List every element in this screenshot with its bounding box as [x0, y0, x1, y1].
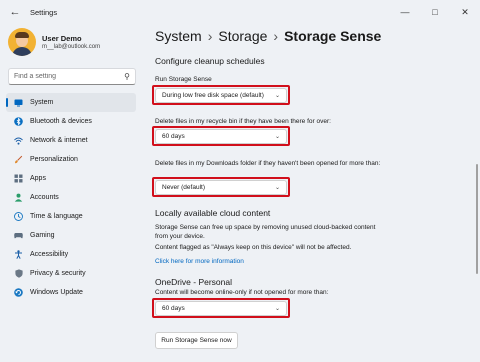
network-icon — [14, 136, 23, 145]
update-icon — [14, 288, 23, 297]
onedrive-heading: OneDrive - Personal — [155, 277, 233, 287]
dropdown-value: 60 days — [162, 132, 185, 140]
recycle-bin-dropdown[interactable]: 60 days ⌄ — [155, 128, 287, 144]
window-title: Settings — [30, 7, 58, 17]
shield-icon — [14, 269, 23, 278]
chevron-right-icon: › — [207, 28, 213, 44]
run-storage-sense-label: Run Storage Sense — [155, 76, 212, 83]
sidebar-item-accounts[interactable]: Accounts — [6, 188, 136, 207]
cloud-description: Storage Sense can free up space by remov… — [155, 224, 376, 240]
sidebar-item-privacy-security[interactable]: Privacy & security — [6, 264, 136, 283]
back-arrow-icon[interactable]: ← — [4, 1, 26, 23]
sidebar-item-label: Time & language — [30, 213, 83, 220]
onedrive-label: Content will become online-only if not o… — [155, 289, 329, 296]
chevron-down-icon: ⌄ — [274, 184, 280, 191]
search-input[interactable] — [14, 73, 114, 80]
person-icon — [14, 193, 23, 202]
recycle-bin-label: Delete files in my recycle bin if they h… — [155, 118, 331, 125]
sidebar-item-label: Bluetooth & devices — [30, 118, 92, 125]
display-icon — [14, 98, 23, 107]
run-storage-sense-dropdown[interactable]: During low free disk space (default) ⌄ — [155, 87, 287, 103]
sidebar-item-gaming[interactable]: Gaming — [6, 226, 136, 245]
sidebar: User Demo m__lab@outlook.com ⚲ System Bl… — [0, 24, 142, 362]
sidebar-nav: System Bluetooth & devices Network & int… — [6, 93, 136, 302]
cloud-heading: Locally available cloud content — [155, 208, 271, 218]
search-icon[interactable]: ⚲ — [124, 72, 130, 81]
onedrive-dropdown[interactable]: 60 days ⌄ — [155, 300, 287, 316]
scrollbar[interactable] — [476, 164, 478, 274]
sidebar-item-label: System — [30, 99, 54, 106]
globe-clock-icon — [14, 212, 23, 221]
window-controls: — □ ✕ — [390, 0, 480, 24]
user-name: User Demo — [42, 34, 82, 43]
main-content: System › Storage › Storage Sense Configure c… — [142, 24, 480, 362]
breadcrumb-system[interactable]: System — [155, 28, 202, 44]
sidebar-item-label: Network & internet — [30, 137, 88, 144]
minimize-icon[interactable]: — — [390, 0, 420, 24]
sidebar-item-label: Privacy & security — [30, 270, 86, 277]
search-box[interactable]: ⚲ — [8, 68, 136, 85]
sidebar-item-label: Gaming — [30, 232, 55, 239]
sidebar-item-system[interactable]: System — [6, 93, 136, 112]
dropdown-value: 60 days — [162, 304, 185, 312]
dropdown-value: During low free disk space (default) — [162, 91, 264, 99]
brush-icon — [14, 155, 23, 164]
chevron-right-icon: › — [273, 28, 279, 44]
apps-icon — [14, 174, 23, 183]
sidebar-item-accessibility[interactable]: Accessibility — [6, 245, 136, 264]
accessibility-icon — [14, 250, 23, 259]
sidebar-item-time-language[interactable]: Time & language — [6, 207, 136, 226]
sidebar-item-label: Personalization — [30, 156, 78, 163]
cloud-note: Content flagged as "Always keep on this … — [155, 244, 352, 251]
sidebar-item-label: Apps — [30, 175, 46, 182]
downloads-dropdown[interactable]: Never (default) ⌄ — [155, 179, 287, 195]
maximize-icon[interactable]: □ — [420, 0, 450, 24]
downloads-label: Delete files in my Downloads folder if t… — [155, 160, 381, 167]
user-profile[interactable]: User Demo m__lab@outlook.com — [8, 28, 100, 56]
bluetooth-icon — [14, 117, 23, 126]
controller-icon — [14, 231, 23, 240]
sidebar-item-network[interactable]: Network & internet — [6, 131, 136, 150]
chevron-down-icon: ⌄ — [274, 133, 280, 140]
chevron-down-icon: ⌄ — [274, 92, 280, 99]
avatar — [8, 28, 36, 56]
breadcrumb-storage[interactable]: Storage — [218, 28, 267, 44]
chevron-down-icon: ⌄ — [274, 305, 280, 312]
dropdown-value: Never (default) — [162, 183, 205, 191]
sidebar-item-label: Accessibility — [30, 251, 69, 258]
sidebar-item-label: Windows Update — [30, 289, 83, 296]
sidebar-item-apps[interactable]: Apps — [6, 169, 136, 188]
breadcrumb: System › Storage › Storage Sense — [155, 28, 381, 44]
user-email: m__lab@outlook.com — [42, 44, 101, 50]
close-icon[interactable]: ✕ — [450, 0, 480, 24]
title-bar: ← Settings — □ ✕ — [0, 0, 480, 24]
run-storage-sense-now-button[interactable]: Run Storage Sense now — [155, 332, 238, 349]
sidebar-item-personalization[interactable]: Personalization — [6, 150, 136, 169]
page-title: Storage Sense — [284, 28, 382, 44]
more-info-link[interactable]: Click here for more information — [155, 258, 244, 265]
sidebar-item-bluetooth[interactable]: Bluetooth & devices — [6, 112, 136, 131]
sidebar-item-label: Accounts — [30, 194, 59, 201]
cleanup-heading: Configure cleanup schedules — [155, 56, 265, 66]
sidebar-item-windows-update[interactable]: Windows Update — [6, 283, 136, 302]
